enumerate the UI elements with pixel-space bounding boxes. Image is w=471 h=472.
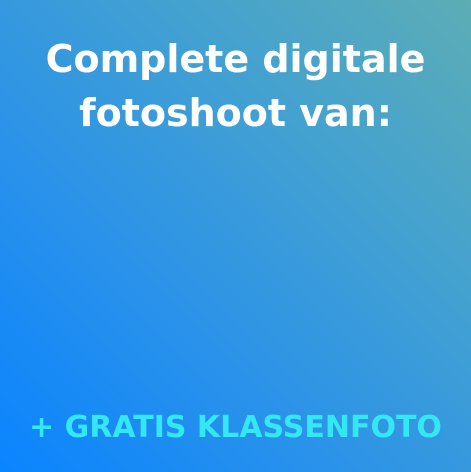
headline: Complete digitale fotoshoot van:: [0, 32, 471, 140]
headline-line-1: Complete digitale: [45, 37, 426, 81]
promo-card: Complete digitale fotoshoot van: + GRATI…: [0, 0, 471, 472]
headline-line-2: fotoshoot van:: [79, 91, 392, 135]
bonus-text: + GRATIS KLASSENFOTO: [29, 410, 442, 445]
